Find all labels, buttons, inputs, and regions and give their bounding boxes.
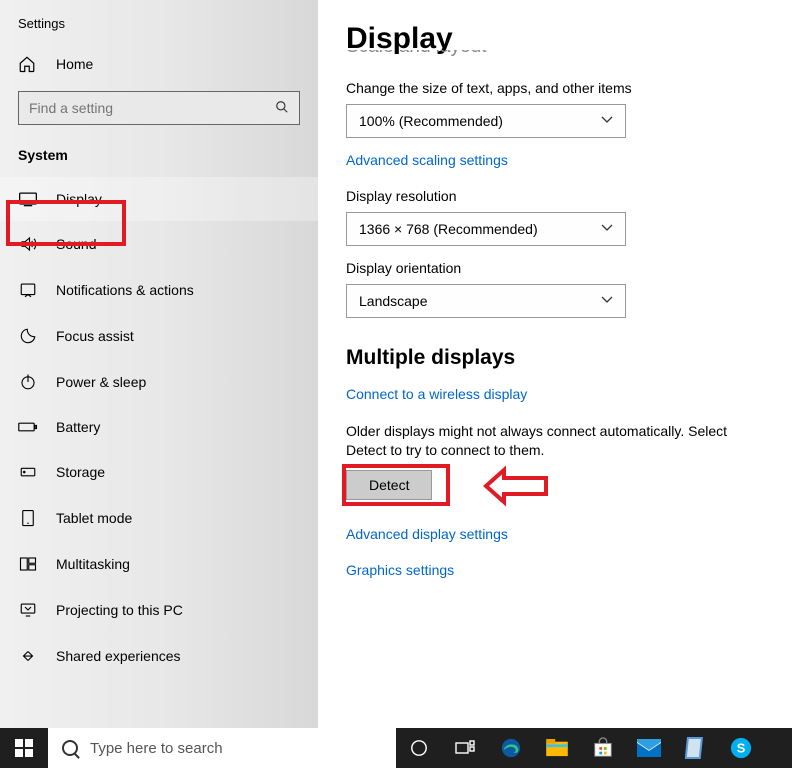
nav-shared-exp[interactable]: Shared experiences (0, 633, 318, 679)
search-icon (275, 100, 289, 117)
advanced-display-link[interactable]: Advanced display settings (346, 526, 764, 542)
wireless-display-link[interactable]: Connect to a wireless display (346, 386, 764, 402)
nav-label: Focus assist (56, 328, 134, 344)
chevron-down-icon (601, 296, 613, 307)
nav-label: Sound (56, 236, 96, 252)
chevron-down-icon (601, 224, 613, 235)
nav-label: Storage (56, 464, 105, 480)
resolution-label: Display resolution (346, 188, 764, 204)
nav-display[interactable]: Display (0, 177, 318, 221)
advanced-scaling-link[interactable]: Advanced scaling settings (346, 152, 764, 168)
nav-label: Battery (56, 419, 100, 435)
nav-label: Display (56, 191, 102, 207)
nav-label: Projecting to this PC (56, 602, 183, 618)
nav-notifications[interactable]: Notifications & actions (0, 267, 318, 313)
projecting-icon (18, 601, 38, 619)
power-icon (18, 373, 38, 391)
shared-icon (18, 647, 38, 665)
resolution-dropdown[interactable]: 1366 × 768 (Recommended) (346, 212, 626, 246)
resolution-value: 1366 × 768 (Recommended) (359, 221, 538, 237)
nav-label: Shared experiences (56, 648, 181, 664)
search-box[interactable] (18, 91, 300, 125)
content-pane: Display Scale and layout Change the size… (318, 0, 792, 728)
orientation-label: Display orientation (346, 260, 764, 276)
skype-icon[interactable]: S (718, 728, 764, 768)
chevron-down-icon (601, 116, 613, 127)
scale-label: Change the size of text, apps, and other… (346, 80, 764, 96)
annotation-arrow (476, 464, 556, 513)
taskbar: Type here to search S (0, 728, 792, 768)
nav-projecting[interactable]: Projecting to this PC (0, 587, 318, 633)
scale-value: 100% (Recommended) (359, 113, 503, 129)
mail-icon[interactable] (626, 728, 672, 768)
nav-focus-assist[interactable]: Focus assist (0, 313, 318, 359)
sidebar: Settings Home System Display Sound (0, 0, 318, 728)
detect-button[interactable]: Detect (346, 470, 432, 500)
display-icon (18, 191, 38, 207)
tablet-icon (18, 509, 38, 527)
task-view-icon[interactable] (442, 728, 488, 768)
store-icon[interactable] (580, 728, 626, 768)
multiple-displays-heading: Multiple displays (346, 346, 764, 370)
sound-icon (18, 235, 38, 253)
edge-icon[interactable] (488, 728, 534, 768)
taskbar-search[interactable]: Type here to search (48, 728, 396, 768)
multitasking-icon (18, 555, 38, 573)
detect-description: Older displays might not always connect … (346, 422, 764, 460)
window-title: Settings (0, 12, 318, 45)
section-scale-layout: Scale and layout (346, 50, 764, 62)
cortana-icon[interactable] (396, 728, 442, 768)
nav-power-sleep[interactable]: Power & sleep (0, 359, 318, 405)
svg-text:S: S (737, 741, 746, 756)
start-button[interactable] (0, 728, 48, 768)
home-nav[interactable]: Home (0, 45, 318, 83)
nav-tablet-mode[interactable]: Tablet mode (0, 495, 318, 541)
home-icon (18, 55, 38, 73)
app-icon[interactable] (672, 728, 718, 768)
nav-label: Multitasking (56, 556, 130, 572)
orientation-value: Landscape (359, 293, 428, 309)
nav-multitasking[interactable]: Multitasking (0, 541, 318, 587)
nav-label: Tablet mode (56, 510, 132, 526)
taskbar-search-placeholder: Type here to search (90, 740, 223, 757)
nav-battery[interactable]: Battery (0, 405, 318, 449)
nav-storage[interactable]: Storage (0, 449, 318, 495)
category-label: System (0, 143, 318, 177)
notifications-icon (18, 281, 38, 299)
storage-icon (18, 463, 38, 481)
home-label: Home (56, 56, 93, 72)
graphics-settings-link[interactable]: Graphics settings (346, 562, 764, 578)
nav-sound[interactable]: Sound (0, 221, 318, 267)
nav-label: Notifications & actions (56, 282, 194, 298)
nav-label: Power & sleep (56, 374, 146, 390)
search-icon (62, 740, 78, 756)
search-input[interactable] (29, 100, 275, 116)
orientation-dropdown[interactable]: Landscape (346, 284, 626, 318)
focus-assist-icon (18, 327, 38, 345)
battery-icon (18, 420, 38, 434)
scale-dropdown[interactable]: 100% (Recommended) (346, 104, 626, 138)
file-explorer-icon[interactable] (534, 728, 580, 768)
